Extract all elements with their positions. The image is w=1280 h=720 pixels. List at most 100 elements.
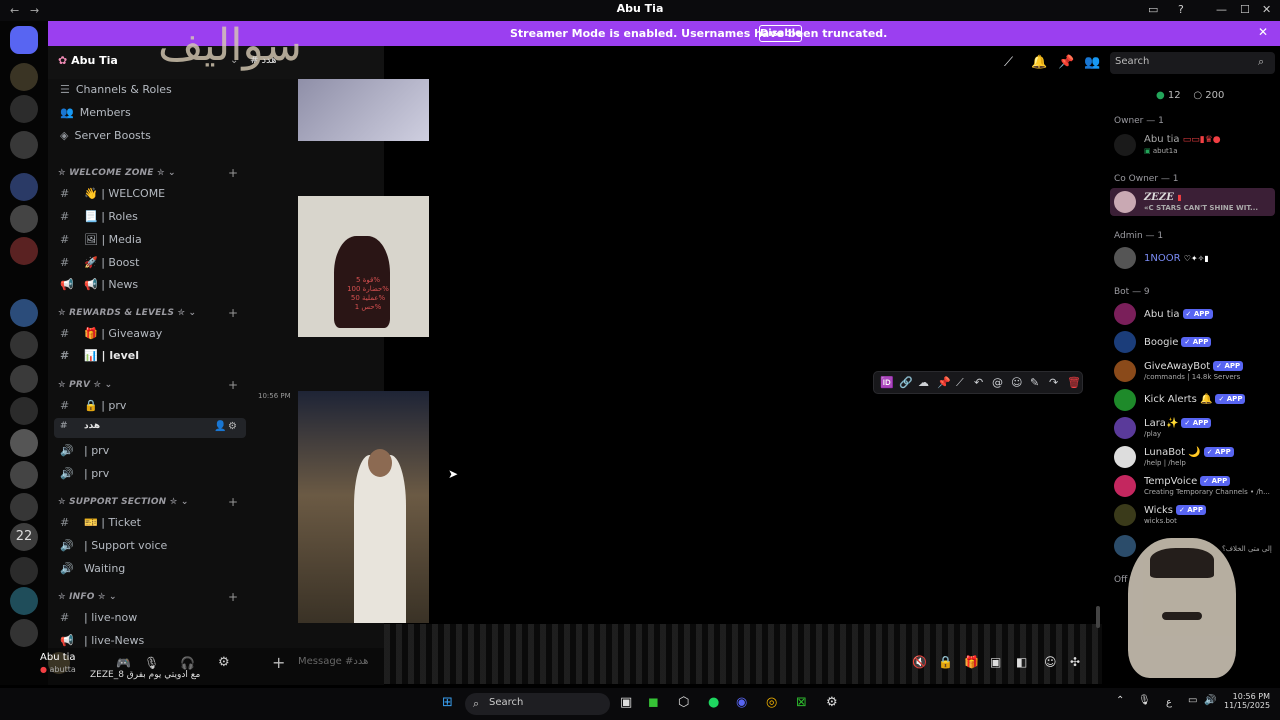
back-arrow-icon[interactable]: ← [10, 4, 19, 17]
minimize-icon[interactable]: — [1216, 3, 1227, 16]
lock-icon[interactable]: 🔒 [938, 655, 953, 669]
id-icon[interactable]: 🆔 [880, 376, 894, 389]
channel-boost[interactable]: # 🚀 | Boost [60, 256, 139, 269]
emoji-icon[interactable]: ☺ [1011, 376, 1022, 389]
network-icon[interactable]: ▭ [1188, 695, 1197, 706]
inbox-icon[interactable]: ▭ [1148, 3, 1158, 16]
sticker-icon[interactable]: ◧ [1016, 655, 1027, 669]
user-settings-gear-icon[interactable]: ⚙ [218, 655, 230, 670]
add-channel-icon[interactable]: + [228, 378, 238, 392]
app-icon[interactable]: ▣ [620, 695, 632, 710]
taskbar-search[interactable]: ⌕ Search [465, 693, 610, 715]
avatar[interactable] [1114, 134, 1136, 156]
clock[interactable]: 10:56 PM 11/15/2025 [1224, 692, 1270, 710]
forward-arrow-icon[interactable]: → [30, 4, 39, 17]
chevron-down-icon[interactable]: ⌄ [230, 55, 238, 66]
channel-welcome[interactable]: # 👋 | WELCOME [60, 187, 165, 200]
server-icon[interactable] [10, 63, 38, 91]
maximize-icon[interactable]: ☐ [1240, 3, 1250, 16]
avatar[interactable] [1114, 191, 1136, 213]
member-name[interactable]: 1NOOR ♡✦✧▮ [1144, 253, 1209, 264]
channel-ticket[interactable]: # 🎫 | Ticket [60, 516, 141, 529]
member-name[interactable]: Abu tia ▭▭▮♛● [1144, 134, 1221, 145]
member-name[interactable]: Boogie ✓ APP [1144, 337, 1212, 348]
disable-streamer-button[interactable]: Disable [759, 25, 802, 42]
search-input[interactable]: Search ⌕ [1110, 52, 1275, 74]
microphone-icon[interactable]: 🎙 [144, 656, 159, 670]
channel-live-now[interactable]: # | live-now [60, 611, 137, 624]
sidebar-server-boosts[interactable]: ◈ Server Boosts [60, 129, 151, 142]
delete-icon[interactable]: 🗑 [1067, 376, 1081, 389]
headphones-icon[interactable]: 🎧 [180, 656, 195, 670]
category-info[interactable]: ✮ INFO ✮ ⌄ [58, 592, 117, 602]
server-icon[interactable] [10, 131, 38, 159]
microphone-icon[interactable]: 🎙 [1138, 695, 1151, 706]
server-number-badge[interactable]: 22 [10, 523, 38, 551]
server-header[interactable]: سواليف ✿ Abu Tia ⌄ [48, 20, 384, 79]
member-name[interactable]: LunaBot 🌙 ✓ APP [1144, 447, 1234, 458]
server-icon[interactable] [10, 557, 38, 585]
message-image-attachment[interactable] [298, 79, 429, 141]
avatar[interactable] [1114, 389, 1136, 411]
voice-channel-support[interactable]: 🔊 | Support voice [60, 539, 167, 552]
channel-news[interactable]: 📢 📢 | News [60, 278, 138, 291]
language-indicator[interactable]: ع [1166, 697, 1172, 708]
add-channel-icon[interactable]: + [228, 306, 238, 320]
channel-live-news[interactable]: 📢 | live-News [60, 634, 144, 647]
volume-icon[interactable]: 🔊 [1204, 695, 1216, 706]
server-icon[interactable] [10, 173, 38, 201]
voice-channel-waiting[interactable]: 🔊 Waiting [60, 562, 125, 575]
server-icon[interactable] [10, 397, 38, 425]
server-icon[interactable] [10, 205, 38, 233]
channel-media[interactable]: # 🖼 | Media [60, 233, 142, 246]
message-image-attachment[interactable] [298, 391, 429, 623]
member-list-icon[interactable]: 👥 [1084, 55, 1100, 70]
mention-icon[interactable]: @ [992, 376, 1003, 389]
server-icon[interactable] [10, 429, 38, 457]
discord-home-icon[interactable] [10, 26, 38, 54]
server-icon[interactable] [10, 619, 38, 647]
pin-icon[interactable]: 📌 [937, 376, 951, 389]
server-icon[interactable] [10, 237, 38, 265]
thread-icon[interactable]: ⟋ [956, 376, 964, 390]
category-support-section[interactable]: ✮ SUPPORT SECTION ✮ ⌄ [58, 497, 189, 507]
attach-plus-icon[interactable]: + [272, 653, 285, 672]
gear-icon[interactable]: ⚙ [228, 421, 237, 432]
close-banner-icon[interactable]: ✕ [1258, 25, 1268, 39]
avatar[interactable] [1114, 504, 1136, 526]
avatar[interactable] [1114, 535, 1136, 557]
avatar[interactable] [1114, 360, 1136, 382]
voice-channel-prv[interactable]: 🔊 | prv [60, 444, 109, 457]
xbox-icon[interactable]: ⊠ [796, 695, 807, 710]
minecraft-icon[interactable]: ◼ [648, 695, 659, 710]
category-rewards-levels[interactable]: ✮ REWARDS & LEVELS ✮ ⌄ [58, 308, 196, 318]
server-icon[interactable] [10, 365, 38, 393]
app-icon[interactable]: ⬡ [678, 695, 689, 710]
reply-icon[interactable]: ↶ [974, 376, 983, 389]
avatar[interactable] [1114, 303, 1136, 325]
channel-giveaway[interactable]: # 🎁 | Giveaway [60, 327, 162, 340]
spotify-icon[interactable]: ● [708, 695, 719, 710]
avatar[interactable] [1114, 331, 1136, 353]
gamepad-icon[interactable]: 🎮 [116, 656, 131, 670]
sidebar-members[interactable]: 👥 Members [60, 106, 131, 119]
category-welcome-zone[interactable]: ✮ WELCOME ZONE ✮ ⌄ [58, 168, 176, 178]
link-icon[interactable]: 🔗 [899, 376, 913, 389]
member-name[interactable]: TempVoice ✓ APP [1144, 476, 1231, 487]
category-prv[interactable]: ✮ PRV ✮ ⌄ [58, 380, 112, 390]
scrollbar[interactable] [1096, 606, 1100, 628]
channel-roles[interactable]: # 📃 | Roles [60, 210, 138, 223]
chrome-icon[interactable]: ◎ [766, 695, 777, 710]
server-icon[interactable] [10, 493, 38, 521]
close-window-icon[interactable]: ✕ [1262, 3, 1271, 16]
windows-start-icon[interactable]: ⊞ [442, 695, 453, 710]
avatar[interactable] [1114, 475, 1136, 497]
server-icon[interactable] [10, 587, 38, 615]
channel-level[interactable]: # 📊 | level [60, 349, 139, 362]
channel-prv[interactable]: # 🔒 | prv [60, 399, 126, 412]
server-icon[interactable] [10, 299, 38, 327]
channel-current[interactable]: # هدد [60, 421, 100, 431]
member-name[interactable]: Kick Alerts 🔔 ✓ APP [1144, 394, 1246, 405]
message-image-attachment[interactable]: قوة 5% حضارة 100% عملية 50% حس 1% [298, 196, 429, 337]
threads-icon[interactable]: ⟋ [1004, 55, 1013, 70]
